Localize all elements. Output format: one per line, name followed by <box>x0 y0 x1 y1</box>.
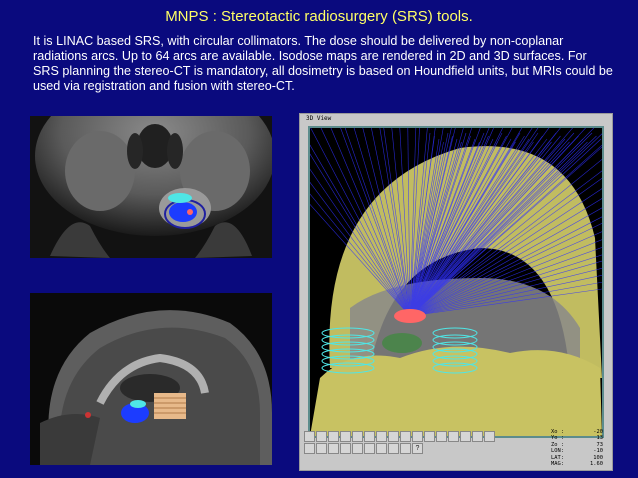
color-icon[interactable] <box>388 443 399 454</box>
rotate-right-icon[interactable] <box>316 431 327 442</box>
export-icon[interactable] <box>316 443 327 454</box>
coordinate-readout: Xo : -20 Yo :13 Zo :73 LON: -10 LAT: 100 MA… <box>551 429 603 467</box>
crosshair-icon[interactable] <box>388 431 399 442</box>
3d-view-toolbar: ? <box>304 431 504 454</box>
shade-icon[interactable] <box>364 443 375 454</box>
sphere-icon[interactable] <box>424 431 435 442</box>
stop-icon[interactable] <box>448 431 459 442</box>
3d-view-window: 3D View ? Xo : -20 Yo : 13 Zo: 73 LON: … <box>299 113 613 471</box>
arrow-right-icon[interactable] <box>484 431 495 442</box>
readout-row: MAG: 1.60 <box>551 461 603 467</box>
frame-icon[interactable] <box>460 431 471 442</box>
record-icon[interactable] <box>352 443 363 454</box>
3d-view-title: 3D View <box>306 115 332 122</box>
arrow-left-icon[interactable] <box>472 431 483 442</box>
select-icon[interactable] <box>376 431 387 442</box>
cone-icon[interactable] <box>376 443 387 454</box>
3d-render-canvas[interactable] <box>308 126 604 438</box>
pan-icon[interactable] <box>340 431 351 442</box>
print-icon[interactable] <box>304 443 315 454</box>
sagittal-mri-image <box>30 293 272 465</box>
skull-icon[interactable] <box>412 431 423 442</box>
zoom-in-icon[interactable] <box>352 431 363 442</box>
readout-value: 1.60 <box>590 461 603 468</box>
flip-icon[interactable] <box>328 431 339 442</box>
target-icon[interactable] <box>436 431 447 442</box>
coronal-mri-image <box>30 116 272 258</box>
readout-label: MAG: <box>551 461 564 468</box>
save-icon[interactable] <box>328 443 339 454</box>
slide-description: It is LINAC based SRS, with circular col… <box>33 34 613 93</box>
slide-title: MNPS : Stereotactic radiosurgery (SRS) t… <box>165 8 473 25</box>
zoom-out-icon[interactable] <box>364 431 375 442</box>
rotate-left-icon[interactable] <box>304 431 315 442</box>
arrow-icon[interactable] <box>400 431 411 442</box>
help-icon[interactable]: ? <box>412 443 423 454</box>
grid-icon[interactable] <box>340 443 351 454</box>
move-icon[interactable] <box>400 443 411 454</box>
